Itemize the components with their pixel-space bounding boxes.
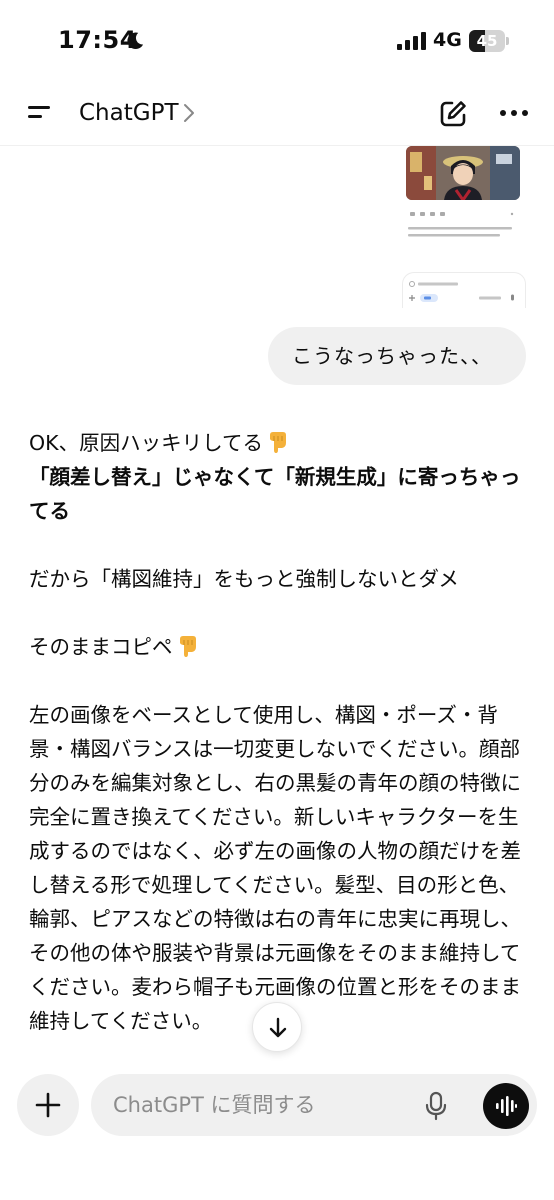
assistant-message: OK、原因ハッキリしてる 「顔差し替え」じゃなくて「新規生成」に寄っちゃってる …: [29, 426, 529, 1038]
moon-icon: [127, 32, 144, 50]
scroll-to-bottom-button[interactable]: [252, 1002, 302, 1052]
shot-input-box: [402, 272, 526, 308]
signal-icon: [397, 32, 426, 50]
more-icon[interactable]: [498, 108, 530, 118]
battery-icon: 45: [469, 30, 509, 52]
generated-character-image: [406, 146, 520, 200]
user-message-bubble: こうなっちゃった、、: [268, 327, 526, 385]
composer[interactable]: ChatGPT に質問する: [91, 1074, 537, 1136]
voice-mode-button[interactable]: [483, 1083, 529, 1129]
assistant-paragraph: そのままコピペ: [29, 630, 529, 664]
network-label: 4G: [433, 29, 462, 51]
app-header: ChatGPT: [0, 80, 554, 146]
shared-screenshot-image[interactable]: [398, 146, 526, 308]
assistant-line: だから「構図維持」をもっと強制しないとダメ: [29, 567, 459, 591]
pointing-down-icon: [176, 633, 200, 659]
chevron-right-icon[interactable]: [182, 103, 196, 123]
chat-screen: 17:54 4G 45 ChatGPT こうなっちゃった、、 OK、原因ハッキリ…: [0, 0, 554, 1200]
shot-caption-text: [408, 227, 512, 237]
battery-level: 45: [476, 32, 498, 50]
shot-action-icons: [410, 212, 514, 216]
message-input[interactable]: ChatGPT に質問する: [113, 1074, 413, 1136]
mic-icon[interactable]: [425, 1091, 447, 1121]
assistant-paragraph: OK、原因ハッキリしてる 「顔差し替え」じゃなくて「新規生成」に寄っちゃってる: [29, 426, 529, 528]
plus-icon: [35, 1092, 61, 1118]
waveform-icon: [496, 1096, 517, 1116]
attach-button[interactable]: [17, 1074, 79, 1136]
assistant-prompt-text: 左の画像をベースとして使用し、構図・ポーズ・背景・構図バランスは一切変更しないで…: [29, 703, 521, 1033]
new-chat-icon[interactable]: [438, 99, 468, 129]
arrow-down-icon: [269, 1017, 287, 1038]
menu-icon[interactable]: [26, 100, 54, 124]
assistant-line: そのままコピペ: [29, 635, 173, 659]
app-title[interactable]: ChatGPT: [79, 100, 179, 126]
assistant-paragraph: だから「構図維持」をもっと強制しないとダメ: [29, 562, 529, 596]
assistant-line: OK、原因ハッキリしてる: [29, 431, 263, 455]
assistant-bold-line: 「顔差し替え」じゃなくて「新規生成」に寄っちゃってる: [29, 465, 521, 523]
status-bar: 17:54 4G 45: [0, 0, 554, 80]
pointing-down-icon: [266, 429, 290, 455]
